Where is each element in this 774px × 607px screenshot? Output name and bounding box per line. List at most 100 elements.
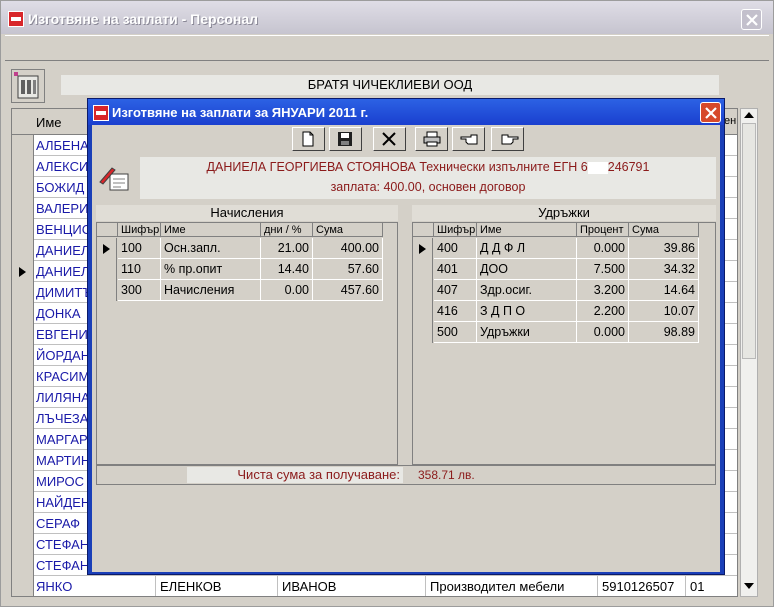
employee-first-name: ВЕНЦИС	[36, 222, 92, 237]
employee-first-name: СЕРАФ	[36, 516, 80, 531]
vertical-scrollbar[interactable]	[740, 108, 758, 597]
main-close-button[interactable]	[741, 9, 762, 30]
table-row[interactable]: 110% пр.опит 14.40 57.60	[97, 259, 385, 280]
main-window-title: Изготвяне на заплати - Персонал	[28, 11, 259, 27]
cell-percent: 2.200	[577, 301, 629, 322]
deductions-title: Удръжки	[412, 205, 716, 221]
row-indicator	[12, 387, 34, 408]
row-indicator	[12, 576, 34, 596]
main-title-bar[interactable]: Изготвяне на заплати - Персонал	[1, 1, 773, 34]
cell-name: Начисления	[161, 280, 261, 301]
deductions-col-sum: Сума	[629, 223, 699, 237]
delete-icon	[382, 132, 396, 146]
row-indicator	[12, 408, 34, 429]
cell-name: З Д П О	[477, 301, 577, 322]
accruals-grid[interactable]: Шифър Име дни / % Сума 100 Осн.запл. 21.00…	[96, 222, 398, 465]
row-indicator	[12, 366, 34, 387]
employee-first-name: ЛЪЧЕЗА	[36, 411, 89, 426]
dialog-title: Изготвяне на заплати за ЯНУАРИ 2011 г.	[112, 105, 369, 120]
delete-button[interactable]	[373, 127, 406, 151]
row-indicator	[12, 303, 34, 324]
employee-first-name: МАРТИН	[36, 453, 91, 468]
table-row[interactable]: 407 Здр.осиг. 3.200 14.64	[413, 280, 701, 301]
accruals-title: Начисления	[96, 205, 398, 221]
row-indicator	[12, 324, 34, 345]
table-row[interactable]: 401 ДОО 7.500 34.32	[413, 259, 701, 280]
row-indicator	[12, 471, 34, 492]
cell-code: 401	[434, 259, 477, 280]
new-document-icon	[302, 131, 314, 147]
print-button[interactable]	[415, 127, 448, 151]
employee-first-name: БОЖИД	[36, 180, 85, 195]
deductions-pane: Удръжки Шифър Име Процент Сума 400 Д Д Ф …	[412, 205, 716, 465]
cell-days: 0.00	[261, 280, 313, 301]
new-button[interactable]	[292, 127, 325, 151]
info-app-icon	[93, 105, 109, 121]
accruals-col-indicator	[97, 223, 118, 237]
cell-sum: 457.60	[313, 280, 383, 301]
employee-first-name: МАРГАР	[36, 432, 88, 447]
cell-name: Удръжки	[477, 322, 577, 343]
main-toolbar	[5, 35, 769, 61]
scroll-down-icon[interactable]	[744, 583, 754, 589]
last-row-egn: 5910126507	[602, 579, 675, 594]
last-row-code: 01	[690, 579, 705, 594]
save-button[interactable]	[329, 127, 362, 151]
row-indicator	[413, 238, 433, 259]
personnel-icon[interactable]	[11, 69, 45, 103]
employee-first-name: ДАНИЕЛ	[36, 243, 90, 258]
row-indicator	[413, 280, 433, 301]
employee-name-position: ДАНИЕЛА ГЕОРГИЕВА СТОЯНОВА Технически из…	[206, 160, 588, 174]
employee-first-name: МИРОС	[36, 474, 85, 489]
table-row[interactable]: 416 З Д П О 2.200 10.07	[413, 301, 701, 322]
scrollbar-thumb[interactable]	[742, 123, 756, 359]
row-indicator	[12, 513, 34, 534]
info-app-icon	[8, 11, 24, 27]
cell-name: Д Д Ф Л	[477, 238, 577, 259]
table-row[interactable]: 300 Начисления 0.00 457.60	[97, 280, 385, 301]
cell-code: 300	[118, 280, 161, 301]
table-row[interactable]: 500 Удръжки 0.000 98.89	[413, 322, 701, 343]
current-row-arrow-icon	[103, 244, 110, 254]
cell-sum: 14.64	[629, 280, 699, 301]
cell-percent: 0.000	[577, 322, 629, 343]
last-row-name: ЯНКО	[36, 579, 73, 594]
redacted-block	[587, 161, 608, 174]
previous-button[interactable]	[452, 127, 485, 151]
scroll-up-icon[interactable]	[744, 112, 754, 118]
table-row[interactable]: 400 Д Д Ф Л 0.000 39.86	[413, 238, 701, 259]
accruals-col-code: Шифър	[118, 223, 161, 237]
pointing-hand-right-icon	[501, 134, 519, 145]
row-indicator	[12, 135, 34, 156]
row-indicator	[12, 534, 34, 555]
employee-egn-tail: 246791	[607, 160, 650, 174]
deductions-col-code: Шифър	[434, 223, 477, 237]
employee-pen-icon	[99, 167, 129, 191]
current-row-arrow-icon	[419, 244, 426, 254]
deductions-grid[interactable]: Шифър Име Процент Сума 400 Д Д Ф Л 0.000 39…	[412, 222, 716, 465]
row-indicator	[12, 177, 34, 198]
last-row-middle: ЕЛЕНКОВ	[160, 579, 222, 594]
company-name: БРАТЯ ЧИЧЕКЛИЕВИ ООД	[61, 75, 719, 95]
next-button[interactable]	[491, 127, 524, 151]
row-indicator	[12, 345, 34, 366]
cell-name: Здр.осиг.	[477, 280, 577, 301]
deductions-col-name: Име	[477, 223, 577, 237]
employee-first-name: СТЕФАН	[36, 558, 90, 573]
table-row[interactable]: ЯНКО ЕЛЕНКОВ ИВАНОВ Производител мебели …	[12, 576, 737, 596]
cell-percent: 3.200	[577, 280, 629, 301]
employee-first-name: ЙОРДАН	[36, 348, 91, 363]
pointing-hand-left-icon	[460, 134, 478, 145]
employee-first-name: СТЕФАН	[36, 537, 90, 552]
cell-code: 100	[118, 238, 161, 259]
cell-name: ДОО	[477, 259, 577, 280]
cell-sum: 10.07	[629, 301, 699, 322]
row-indicator	[12, 261, 34, 282]
row-indicator	[12, 282, 34, 303]
dialog-close-button[interactable]	[700, 102, 721, 123]
employee-line-1: ДАНИЕЛА ГЕОРГИЕВА СТОЯНОВА Технически из…	[140, 157, 716, 177]
dialog-title-bar[interactable]: Изготвяне на заплати за ЯНУАРИ 2011 г.	[88, 99, 724, 125]
table-row[interactable]: 100 Осн.запл. 21.00 400.00	[97, 238, 385, 259]
cell-name: Осн.запл.	[161, 238, 261, 259]
row-indicator	[413, 301, 433, 322]
